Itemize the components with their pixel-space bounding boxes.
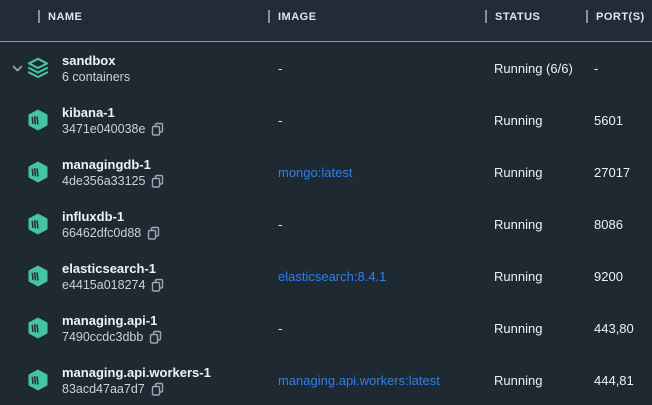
table-row-managing-api-workers-1[interactable]: managing.api.workers-1 83acd47aa7d7 mana… [0,354,652,405]
copy-button[interactable] [149,330,162,344]
name-cell: managing.api-1 7490ccdc3dbb [0,302,268,354]
container-icon [26,160,50,184]
copy-icon [151,382,164,396]
chevron-down-icon [12,65,23,72]
image-link[interactable]: managing.api.workers:latest [268,373,485,388]
table-row-influxdb-1[interactable]: influxdb-1 66462dfc0d88 - Running 8086 [0,198,652,250]
status-cell: Running [485,373,586,388]
container-id: 3471e040038e [62,121,145,137]
copy-icon [149,330,162,344]
container-icon [26,108,50,132]
container-id: 83acd47aa7d7 [62,381,145,397]
copy-icon [147,226,160,240]
containers-table: NAME IMAGE STATUS PORT(S) sandbox 6 cont… [0,0,652,405]
copy-button[interactable] [151,122,164,136]
status-cell: Running [485,321,586,336]
column-divider [586,10,588,23]
name-cell: influxdb-1 66462dfc0d88 [0,198,268,250]
container-name: managingdb-1 [62,156,164,173]
table-header: NAME IMAGE STATUS PORT(S) [0,0,652,42]
column-header-ports[interactable]: PORT(S) [586,0,652,41]
column-divider [485,10,487,23]
name-block: elasticsearch-1 e4415a018274 [62,260,164,293]
table-row-managingdb-1[interactable]: managingdb-1 4de356a33125 mongo:latest R… [0,146,652,198]
status-cell: Running [485,113,586,128]
column-header-name[interactable]: NAME [0,0,268,41]
container-name: managing.api.workers-1 [62,364,211,381]
expand-toggle[interactable] [0,65,26,72]
ports-cell: - [586,61,652,76]
container-icon [26,212,50,236]
container-name: sandbox [62,52,130,69]
column-header-image-label: IMAGE [278,11,317,23]
stack-icon [26,56,50,80]
copy-button[interactable] [151,382,164,396]
column-header-ports-label: PORT(S) [596,11,645,23]
name-block: kibana-1 3471e040038e [62,104,164,137]
copy-button[interactable] [151,174,164,188]
ports-cell: 9200 [586,269,652,284]
image-cell: - [268,113,485,128]
container-icon [26,368,50,392]
container-id: 4de356a33125 [62,173,145,189]
ports-cell: 8086 [586,217,652,232]
column-header-status[interactable]: STATUS [485,0,586,41]
container-id: e4415a018274 [62,277,145,293]
name-cell: managingdb-1 4de356a33125 [0,146,268,198]
column-divider [38,10,40,23]
ports-cell: 27017 [586,165,652,180]
container-count: 6 containers [62,69,130,85]
container-id: 7490ccdc3dbb [62,329,143,345]
container-icon [26,316,50,340]
image-cell: - [268,321,485,336]
name-cell: managing.api.workers-1 83acd47aa7d7 [0,354,268,405]
image-link[interactable]: elasticsearch:8.4.1 [268,269,485,284]
column-divider [268,10,270,23]
image-cell: - [268,61,485,76]
status-cell: Running [485,165,586,180]
container-name: managing.api-1 [62,312,162,329]
column-header-status-label: STATUS [495,11,540,23]
ports-cell: 444,81 [586,373,652,388]
copy-button[interactable] [151,278,164,292]
status-cell: Running (6/6) [485,61,586,76]
group-row-sandbox[interactable]: sandbox 6 containers - Running (6/6) - [0,42,652,94]
ports-cell: 5601 [586,113,652,128]
table-row-managing-api-1[interactable]: managing.api-1 7490ccdc3dbb - Running 44… [0,302,652,354]
name-block: influxdb-1 66462dfc0d88 [62,208,160,241]
image-link[interactable]: mongo:latest [268,165,485,180]
name-cell: sandbox 6 containers [0,42,268,94]
column-header-name-label: NAME [48,11,82,23]
container-icon [26,264,50,288]
name-cell: elasticsearch-1 e4415a018274 [0,250,268,302]
name-block: managingdb-1 4de356a33125 [62,156,164,189]
column-header-image[interactable]: IMAGE [268,0,485,41]
container-name: kibana-1 [62,104,164,121]
image-cell: - [268,217,485,232]
container-name: elasticsearch-1 [62,260,164,277]
status-cell: Running [485,217,586,232]
copy-icon [151,174,164,188]
table-row-elasticsearch-1[interactable]: elasticsearch-1 e4415a018274 elasticsear… [0,250,652,302]
copy-button[interactable] [147,226,160,240]
table-row-kibana-1[interactable]: kibana-1 3471e040038e - Running 5601 [0,94,652,146]
status-cell: Running [485,269,586,284]
name-block: managing.api.workers-1 83acd47aa7d7 [62,364,211,397]
copy-icon [151,122,164,136]
copy-icon [151,278,164,292]
name-cell: kibana-1 3471e040038e [0,94,268,146]
container-name: influxdb-1 [62,208,160,225]
name-block: managing.api-1 7490ccdc3dbb [62,312,162,345]
container-id: 66462dfc0d88 [62,225,141,241]
name-block: sandbox 6 containers [62,52,130,85]
ports-cell: 443,80 [586,321,652,336]
